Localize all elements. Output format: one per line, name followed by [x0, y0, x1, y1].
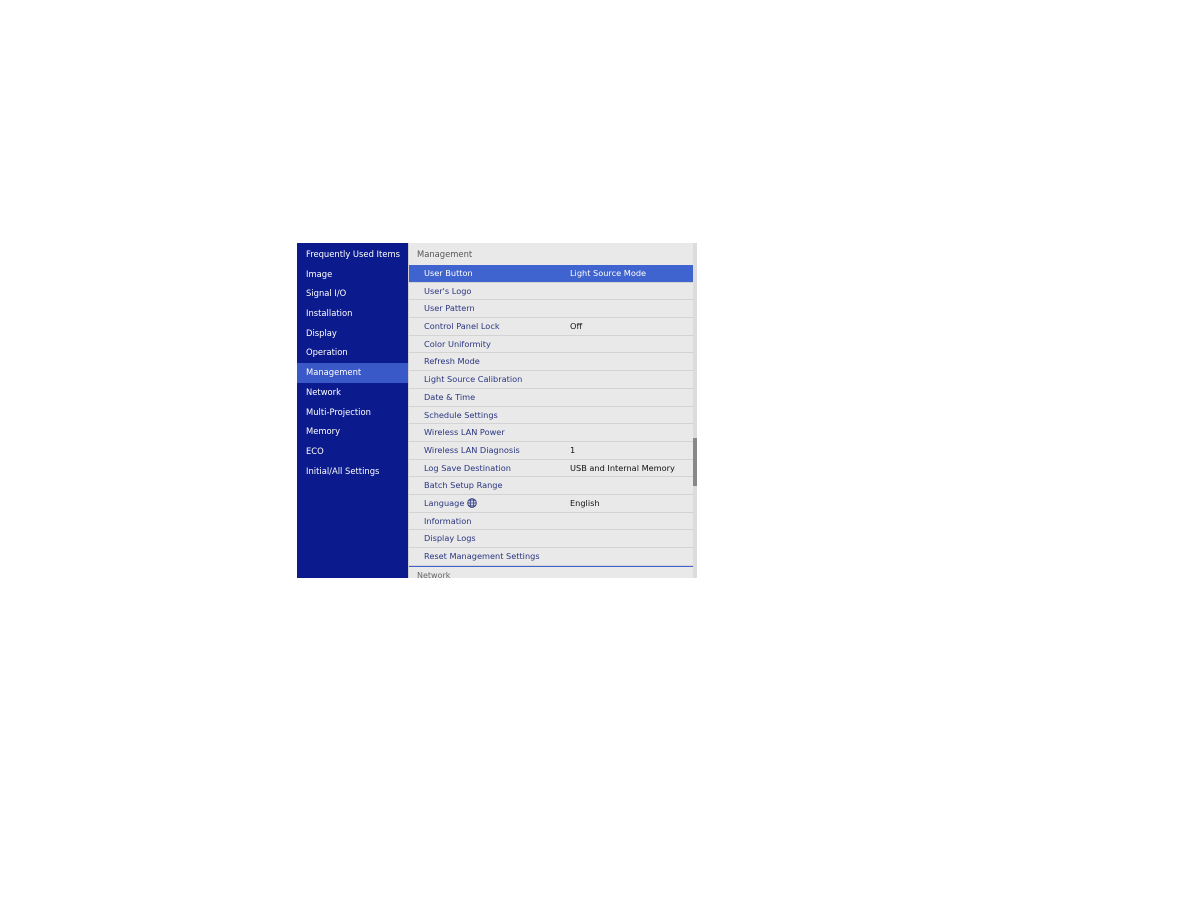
sidebar-item-frequently-used-items[interactable]: Frequently Used Items	[297, 245, 408, 265]
setting-row-schedule-settings[interactable]: Schedule Settings	[409, 407, 693, 425]
setting-label-text: Reset Management Settings	[424, 551, 540, 561]
sidebar-item-installation[interactable]: Installation	[297, 304, 408, 324]
setting-row-wireless-lan-diagnosis[interactable]: Wireless LAN Diagnosis 1	[409, 442, 693, 460]
setting-label: Display Logs	[409, 530, 570, 547]
setting-label-text: User's Logo	[424, 285, 472, 296]
setting-label-text: Date & Time	[424, 391, 476, 402]
setting-label-text: Schedule Settings	[424, 409, 498, 420]
setting-value: English	[570, 497, 600, 508]
setting-row-log-save-destination[interactable]: Log Save Destination USB and Internal Mem…	[409, 460, 693, 478]
sidebar-item-multi-projection[interactable]: Multi-Projection	[297, 403, 408, 423]
settings-list: User Button Light Source Mode User's Logo U…	[409, 265, 697, 566]
category-sidebar: Frequently Used Items Image Signal I/O Inst…	[297, 243, 408, 578]
setting-value: USB and Internal Memory	[570, 462, 675, 473]
setting-row-user-s-logo[interactable]: User's Logo	[409, 283, 693, 301]
setting-label-text: Color Uniformity	[424, 338, 491, 349]
setting-label-text: User Button	[424, 268, 473, 278]
setting-label-text: Batch Setup Range	[424, 480, 503, 491]
setting-row-color-uniformity[interactable]: Color Uniformity	[409, 336, 693, 354]
sidebar-item-memory[interactable]: Memory	[297, 422, 408, 442]
setting-row-reset-management-settings[interactable]: Reset Management Settings	[409, 548, 693, 566]
sidebar-item-image[interactable]: Image	[297, 265, 408, 285]
setting-row-display-logs[interactable]: Display Logs	[409, 530, 693, 548]
setting-label-text: Refresh Mode	[424, 356, 480, 367]
section-title: Management	[417, 249, 473, 259]
setting-label-text: Display Logs	[424, 533, 476, 544]
setting-label: Information	[409, 513, 570, 530]
setting-row-refresh-mode[interactable]: Refresh Mode	[409, 353, 693, 372]
setting-label: Wireless LAN Power	[409, 424, 570, 441]
setting-label-text: Wireless LAN Diagnosis	[424, 444, 520, 455]
setting-row-light-source-calibration[interactable]: Light Source Calibration	[409, 371, 693, 389]
setting-label: Log Save Destination	[409, 460, 570, 477]
sidebar-item-operation[interactable]: Operation	[297, 343, 408, 363]
setting-label-text: User Pattern	[424, 303, 475, 314]
setting-label: Color Uniformity	[409, 336, 570, 353]
setting-value: 1	[570, 444, 576, 455]
setting-row-date-time[interactable]: Date & Time	[409, 389, 693, 407]
sidebar-item-eco[interactable]: ECO	[297, 442, 408, 462]
sidebar-item-initial-all-settings[interactable]: Initial/All Settings	[297, 462, 408, 482]
setting-label-text: Information	[424, 515, 472, 526]
setting-label-text: Log Save Destination	[424, 462, 511, 473]
setting-label-text: Language	[424, 497, 465, 508]
sidebar-item-management[interactable]: Management	[297, 363, 408, 383]
setting-row-user-button[interactable]: User Button Light Source Mode	[409, 265, 693, 283]
setting-label: Schedule Settings	[409, 407, 570, 424]
scrollbar[interactable]	[693, 243, 697, 578]
setting-row-user-pattern[interactable]: User Pattern	[409, 300, 693, 319]
setting-label: User Button	[409, 265, 570, 282]
setting-label: Control Panel Lock	[409, 318, 570, 335]
setting-label: Batch Setup Range	[409, 477, 570, 494]
setting-label-text: Light Source Calibration	[424, 374, 523, 385]
setting-row-wireless-lan-power[interactable]: Wireless LAN Power	[409, 424, 693, 442]
setting-label: Wireless LAN Diagnosis	[409, 442, 570, 459]
setting-label: User's Logo	[409, 283, 570, 300]
setting-label: Refresh Mode	[409, 353, 570, 370]
setting-row-language[interactable]: Language English	[409, 495, 693, 513]
setting-row-information[interactable]: Information	[409, 513, 693, 531]
setting-label: Light Source Calibration	[409, 371, 570, 388]
setting-label: Language	[409, 495, 570, 512]
setting-label: Date & Time	[409, 389, 570, 406]
setting-label: Reset Management Settings	[409, 548, 570, 565]
globe-icon	[467, 497, 478, 508]
settings-panel: Management User Button Light Source Mode U…	[408, 243, 697, 578]
setting-row-control-panel-lock[interactable]: Control Panel Lock Off	[409, 318, 693, 336]
setting-label: User Pattern	[409, 300, 570, 317]
sidebar-item-signal-i-o[interactable]: Signal I/O	[297, 284, 408, 304]
next-section-title: Network	[409, 565, 693, 578]
setting-label-text: Wireless LAN Power	[424, 427, 505, 438]
sidebar-item-display[interactable]: Display	[297, 324, 408, 344]
projector-settings-menu: Frequently Used Items Image Signal I/O Inst…	[297, 243, 697, 578]
setting-row-batch-setup-range[interactable]: Batch Setup Range	[409, 477, 693, 495]
setting-value: Light Source Mode	[570, 268, 647, 278]
sidebar-item-network[interactable]: Network	[297, 383, 408, 403]
setting-value: Off	[570, 321, 583, 332]
setting-label-text: Control Panel Lock	[424, 321, 500, 332]
scrollbar-thumb[interactable]	[693, 438, 697, 487]
